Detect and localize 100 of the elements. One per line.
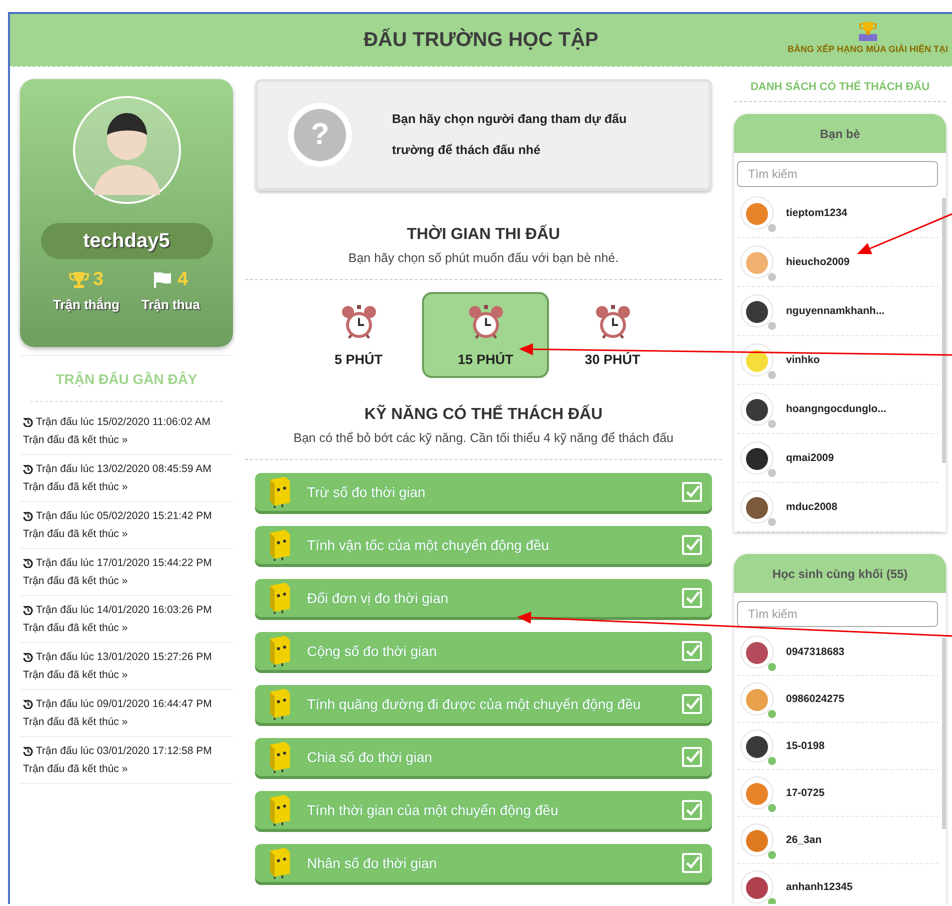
avatar-icon bbox=[740, 441, 774, 475]
avatar-icon bbox=[740, 392, 774, 426]
match-result-link[interactable]: Trận đấu đã kết thúc » bbox=[23, 716, 233, 728]
match-result-link[interactable]: Trận đấu đã kết thúc » bbox=[23, 434, 233, 446]
book-mascot-icon bbox=[267, 528, 293, 562]
user-row[interactable]: 0947318683 bbox=[737, 629, 938, 676]
book-mascot-icon bbox=[267, 846, 293, 880]
flag-icon bbox=[153, 271, 174, 289]
user-row[interactable]: 17-0725 bbox=[737, 770, 938, 817]
user-row[interactable]: vinhko bbox=[737, 336, 938, 385]
skill-name: Cộng số đo thời gian bbox=[307, 643, 438, 659]
match-result-link[interactable]: Trận đấu đã kết thúc » bbox=[23, 481, 233, 493]
checkbox[interactable] bbox=[682, 641, 702, 661]
section-title: THỜI GIAN THI ĐẤU bbox=[406, 226, 562, 244]
trophy-icon bbox=[856, 20, 879, 42]
avatar-icon bbox=[740, 343, 774, 377]
checkbox[interactable] bbox=[682, 694, 702, 714]
user-row[interactable]: mduc2008 bbox=[737, 483, 938, 532]
book-mascot-icon bbox=[267, 740, 293, 774]
history-icon bbox=[23, 746, 33, 756]
alarm-clock-icon bbox=[466, 304, 504, 342]
avatar-icon bbox=[740, 682, 774, 716]
match-time: Trận đấu lúc 14/01/2020 16:03:26 PM bbox=[36, 604, 212, 616]
checkbox[interactable] bbox=[682, 747, 702, 767]
match-result-link[interactable]: Trận đấu đã kết thúc » bbox=[23, 622, 233, 634]
panel-header: Học sinh cùng khối (55) bbox=[734, 554, 946, 593]
book-mascot-icon bbox=[267, 687, 293, 721]
user-row[interactable]: 26_3an bbox=[737, 817, 938, 864]
user-row[interactable]: nguyennamkhanh... bbox=[737, 287, 938, 336]
checkbox[interactable] bbox=[682, 482, 702, 502]
history-icon bbox=[23, 558, 33, 568]
section-title: TRẬN ĐẤU GẦN ĐÂY bbox=[30, 356, 223, 402]
avatar-icon bbox=[740, 294, 774, 328]
match-time: Trận đấu lúc 03/01/2020 17:12:58 PM bbox=[36, 745, 212, 757]
skill-name: Đổi đơn vị đo thời gian bbox=[307, 590, 450, 606]
history-icon bbox=[23, 699, 33, 709]
checkbox[interactable] bbox=[682, 800, 702, 820]
avatar-icon bbox=[740, 729, 774, 763]
section-subtitle: Bạn có thể bỏ bớt các kỹ năng. Cần tối thiểu 4 kỹ năng để thách đấu bbox=[292, 431, 674, 445]
scrollbar[interactable] bbox=[942, 638, 946, 829]
user-row[interactable]: hoangngocdunglo... bbox=[737, 385, 938, 434]
match-result-link[interactable]: Trận đấu đã kết thúc » bbox=[23, 669, 233, 681]
match-result-link[interactable]: Trận đấu đã kết thúc » bbox=[23, 575, 233, 587]
search-field[interactable]: Tìm kiếm bbox=[737, 161, 938, 187]
skill-name: Tính quãng đường đi được của một chuyển động đều bbox=[307, 696, 642, 712]
match-time: Trận đấu lúc 09/01/2020 16:44:47 PM bbox=[36, 698, 212, 710]
user-row[interactable]: 0986024275 bbox=[737, 676, 938, 723]
user-row[interactable]: hieucho2009 bbox=[737, 238, 938, 287]
prompt-message: Bạn hãy chọn người đang tham dự đấu trường để thách đấu nhé bbox=[392, 111, 628, 159]
book-mascot-icon bbox=[267, 581, 293, 615]
skill-name: Chia số đo thời gian bbox=[307, 749, 434, 765]
section-subtitle: Bạn hãy chọn số phút muốn đấu với bạn bè nhé. bbox=[347, 251, 620, 265]
stat-label: Trận thắng bbox=[53, 297, 120, 312]
history-icon bbox=[23, 511, 33, 521]
section-title: DANH SÁCH CÓ THỂ THÁCH ĐẤU bbox=[749, 81, 931, 93]
trophy-icon bbox=[68, 271, 89, 289]
avatar-icon bbox=[740, 245, 774, 279]
book-mascot-icon bbox=[267, 793, 293, 827]
avatar-icon bbox=[740, 196, 774, 230]
history-icon bbox=[23, 417, 33, 427]
wins-count: 3 bbox=[92, 269, 104, 291]
avatar-icon bbox=[740, 776, 774, 810]
unknown-opponent-icon: ? bbox=[288, 103, 352, 167]
section-title: KỸ NĂNG CÓ THỂ THÁCH ĐẤU bbox=[363, 406, 604, 424]
username: techday5 bbox=[40, 223, 212, 259]
duration-option[interactable]: 5 PHÚT bbox=[295, 292, 422, 378]
user-row[interactable]: tieptom1234 bbox=[737, 189, 938, 238]
stat-label: Trận thua bbox=[141, 297, 200, 312]
user-row[interactable]: 15-0198 bbox=[737, 723, 938, 770]
match-result-link[interactable]: Trận đấu đã kết thúc » bbox=[23, 528, 233, 540]
scrollbar[interactable] bbox=[942, 198, 946, 464]
match-result-link[interactable]: Trận đấu đã kết thúc » bbox=[23, 763, 233, 775]
match-time: Trận đấu lúc 13/01/2020 15:27:26 PM bbox=[36, 651, 212, 663]
skill-name: Nhân số đo thời gian bbox=[307, 855, 438, 871]
alarm-clock-icon bbox=[340, 304, 378, 342]
duration-option[interactable]: 15 PHÚT bbox=[422, 292, 549, 378]
match-time: Trận đấu lúc 13/02/2020 08:45:59 AM bbox=[36, 463, 212, 475]
history-icon bbox=[23, 464, 33, 474]
losses-count: 4 bbox=[177, 269, 188, 291]
panel-header: Bạn bè bbox=[734, 114, 946, 153]
page-title: ĐẤU TRƯỜNG HỌC TẬP bbox=[364, 28, 598, 52]
search-field[interactable]: Tìm kiếm bbox=[737, 601, 938, 627]
user-row[interactable]: anhanh12345 bbox=[737, 864, 938, 904]
match-time: Trận đấu lúc 05/02/2020 15:21:42 PM bbox=[36, 510, 212, 522]
book-mascot-icon bbox=[267, 475, 293, 509]
avatar-icon bbox=[740, 823, 774, 857]
history-icon bbox=[23, 652, 33, 662]
avatar-icon bbox=[72, 95, 182, 205]
skill-name: Trừ số đo thời gian bbox=[307, 484, 426, 500]
match-time: Trận đấu lúc 15/02/2020 11:06:02 AM bbox=[36, 416, 211, 428]
avatar-icon bbox=[740, 635, 774, 669]
match-time: Trận đấu lúc 17/01/2020 15:44:22 PM bbox=[36, 557, 212, 569]
user-row[interactable]: qmai2009 bbox=[737, 434, 938, 483]
book-mascot-icon bbox=[267, 634, 293, 668]
avatar-icon bbox=[740, 490, 774, 524]
skill-name: Tính thời gian của một chuyển động đều bbox=[307, 802, 560, 818]
checkbox[interactable] bbox=[682, 588, 702, 608]
checkbox[interactable] bbox=[682, 853, 702, 873]
duration-option[interactable]: 30 PHÚT bbox=[549, 292, 676, 378]
checkbox[interactable] bbox=[682, 535, 702, 555]
